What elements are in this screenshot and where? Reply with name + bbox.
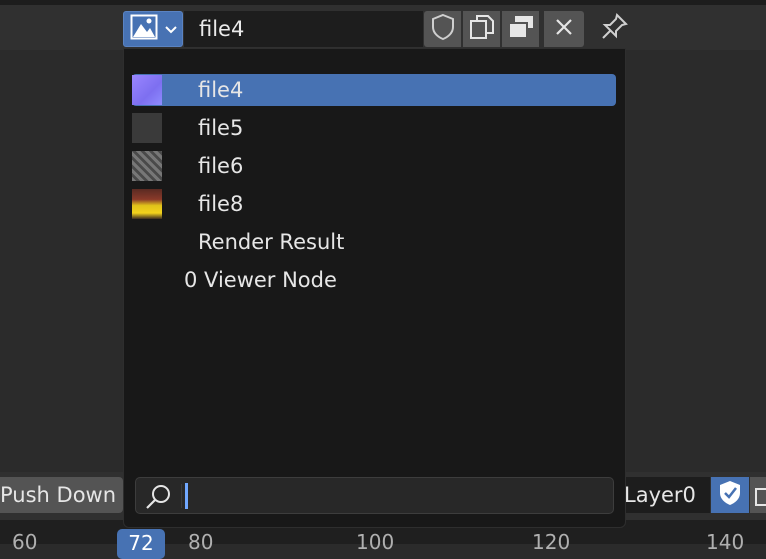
duplicate-icon bbox=[468, 13, 496, 45]
list-item-file8[interactable]: file8 bbox=[132, 188, 616, 220]
open-image-button[interactable] bbox=[502, 11, 539, 47]
image-thumbnail bbox=[132, 151, 162, 181]
pin-button[interactable] bbox=[594, 11, 634, 47]
list-item-file4[interactable]: file4 bbox=[132, 74, 616, 106]
shield-icon bbox=[430, 13, 456, 45]
image-thumbnail bbox=[132, 113, 162, 143]
chevron-down-icon bbox=[164, 20, 178, 39]
timeline-tick: 100 bbox=[356, 530, 395, 554]
search-divider bbox=[181, 484, 182, 508]
timeline-tick: 60 bbox=[12, 530, 38, 554]
image-browse-dropdown: file4 file5 file6 file8 Render Result 0 … bbox=[123, 48, 626, 528]
image-thumbnail bbox=[132, 75, 162, 105]
unlink-image-button[interactable] bbox=[544, 11, 584, 47]
image-icon bbox=[130, 14, 158, 44]
timeline-tick: 140 bbox=[706, 530, 745, 554]
open-file-icon bbox=[506, 13, 536, 45]
image-editor-header: file4 bbox=[0, 0, 766, 50]
list-item-label: file8 bbox=[198, 192, 244, 216]
list-item-label: file5 bbox=[198, 116, 244, 140]
image-thumbnail bbox=[132, 189, 162, 219]
list-item-file6[interactable]: file6 bbox=[132, 150, 616, 182]
duplicate-icon bbox=[750, 488, 766, 513]
duplicate-layer-button[interactable] bbox=[750, 477, 766, 513]
list-item-label: Render Result bbox=[198, 230, 345, 254]
search-icon bbox=[144, 483, 174, 515]
list-item-label: file6 bbox=[198, 154, 244, 178]
list-item-label: file4 bbox=[198, 78, 244, 102]
search-input[interactable] bbox=[135, 477, 614, 514]
pin-icon bbox=[599, 12, 629, 46]
browse-image-button[interactable] bbox=[123, 11, 183, 47]
list-item-viewer-node[interactable]: 0 Viewer Node bbox=[132, 264, 616, 296]
fake-user-toggle[interactable] bbox=[711, 477, 749, 513]
current-frame-indicator[interactable]: 72 bbox=[117, 529, 165, 559]
new-image-button[interactable] bbox=[463, 11, 500, 47]
list-item-label: 0 Viewer Node bbox=[184, 268, 337, 292]
image-name-field[interactable]: file4 bbox=[184, 11, 423, 47]
layer-name-field[interactable]: Layer0 bbox=[624, 477, 710, 513]
shield-check-icon bbox=[717, 479, 743, 511]
list-item-file5[interactable]: file5 bbox=[132, 112, 616, 144]
timeline-tick: 120 bbox=[532, 530, 571, 554]
fake-user-button[interactable] bbox=[424, 11, 461, 47]
header-top-border bbox=[0, 0, 766, 5]
close-icon bbox=[553, 16, 575, 42]
text-cursor bbox=[185, 483, 188, 509]
timeline-tick: 80 bbox=[188, 530, 214, 554]
list-item-render-result[interactable]: Render Result bbox=[132, 226, 616, 258]
push-down-button[interactable]: Push Down bbox=[0, 477, 123, 513]
